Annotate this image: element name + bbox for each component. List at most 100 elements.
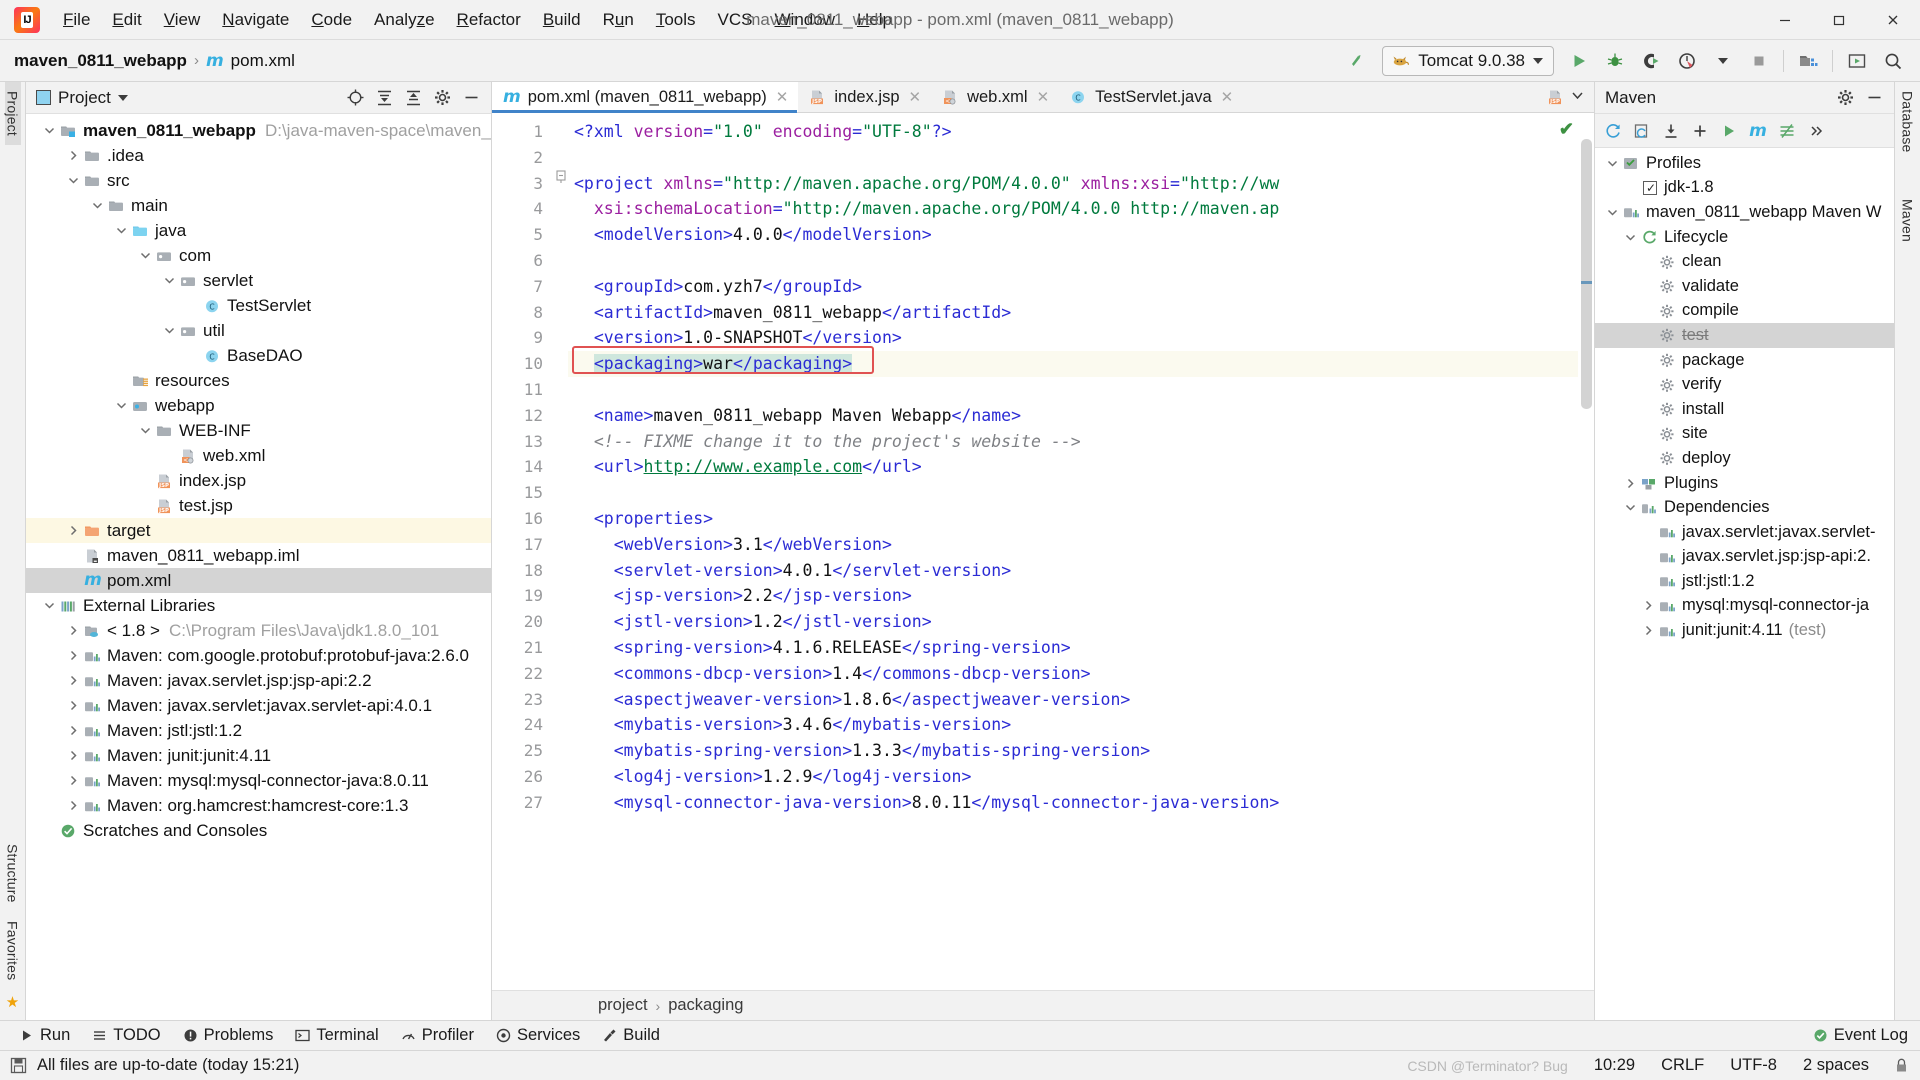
line-number[interactable]: 2 bbox=[492, 145, 554, 171]
line-number[interactable]: 1 bbox=[492, 119, 554, 145]
tree-expander-icon[interactable] bbox=[1621, 502, 1639, 513]
tree-expander-icon[interactable] bbox=[64, 750, 82, 761]
code-line[interactable]: <servlet-version>4.0.1</servlet-version> bbox=[568, 558, 1594, 584]
gear-icon[interactable] bbox=[1832, 85, 1858, 111]
code-line[interactable]: <name>maven_0811_webapp Maven Webapp</na… bbox=[568, 403, 1594, 429]
error-stripe[interactable] bbox=[1578, 113, 1594, 990]
menu-item-view[interactable]: View bbox=[153, 7, 212, 33]
close-tab-icon[interactable]: ✕ bbox=[1221, 88, 1234, 106]
line-number[interactable]: 12 bbox=[492, 403, 554, 429]
maven-node-verify[interactable]: verify bbox=[1595, 372, 1894, 397]
tool-button-services[interactable]: Services bbox=[487, 1024, 589, 1047]
close-button[interactable] bbox=[1866, 0, 1920, 40]
code-line[interactable] bbox=[568, 480, 1594, 506]
maven-node-deploy[interactable]: deploy bbox=[1595, 446, 1894, 471]
code-line[interactable]: <mysql-connector-java-version>8.0.11</my… bbox=[568, 790, 1594, 816]
tree-expander-icon[interactable] bbox=[64, 700, 82, 711]
code-text[interactable]: <?xml version="1.0" encoding="UTF-8"?> <… bbox=[568, 113, 1594, 990]
tree-node-maven-junit-junit-4-11[interactable]: Maven: junit:junit:4.11 bbox=[26, 743, 491, 768]
tool-button-run[interactable]: Run bbox=[10, 1024, 79, 1047]
tree-expander-icon[interactable] bbox=[112, 225, 130, 236]
code-line[interactable]: <artifactId>maven_0811_webapp</artifactI… bbox=[568, 300, 1594, 326]
tree-node-maven-javax-servlet-javax-servlet-api-4-0-1[interactable]: Maven: javax.servlet:javax.servlet-api:4… bbox=[26, 693, 491, 718]
tool-button-build[interactable]: Build bbox=[593, 1024, 669, 1047]
tree-expander-icon[interactable] bbox=[1639, 625, 1657, 636]
tree-expander-icon[interactable] bbox=[64, 800, 82, 811]
menu-item-help[interactable]: Help bbox=[846, 7, 903, 33]
maven-node-dependencies[interactable]: Dependencies bbox=[1595, 495, 1894, 520]
code-editor[interactable]: 1 2 3 4 5 6 7 8 9 10 11 12 13 14 15 16 17 18 19 20 21 22 23 24 2… bbox=[492, 113, 1594, 990]
tool-button-terminal[interactable]: Terminal bbox=[286, 1024, 387, 1047]
line-number[interactable]: 27 bbox=[492, 790, 554, 816]
line-number[interactable]: 11 bbox=[492, 377, 554, 403]
breadcrumb-element-packaging[interactable]: packaging bbox=[668, 996, 743, 1015]
tree-node-test-jsp[interactable]: JSP test.jsp bbox=[26, 493, 491, 518]
code-line[interactable]: xsi:schemaLocation="http://maven.apache.… bbox=[568, 196, 1594, 222]
tree-node-util[interactable]: util bbox=[26, 318, 491, 343]
indent-setting[interactable]: 2 spaces bbox=[1803, 1056, 1869, 1075]
code-line[interactable]: <!-- FIXME change it to the project's we… bbox=[568, 429, 1594, 455]
sidebar-item-structure[interactable]: Structure bbox=[5, 835, 21, 912]
close-tab-icon[interactable]: ✕ bbox=[1037, 88, 1050, 106]
tree-expander-icon[interactable] bbox=[40, 600, 58, 611]
maven-node-package[interactable]: package bbox=[1595, 348, 1894, 373]
locate-icon[interactable] bbox=[342, 85, 368, 111]
maven-node-validate[interactable]: validate bbox=[1595, 274, 1894, 299]
search-everywhere-button[interactable] bbox=[1876, 44, 1910, 78]
tree-expander-icon[interactable] bbox=[64, 525, 82, 536]
stop-button[interactable] bbox=[1742, 44, 1776, 78]
line-number[interactable]: 24 bbox=[492, 712, 554, 738]
line-number[interactable]: 14 bbox=[492, 454, 554, 480]
code-line[interactable] bbox=[568, 248, 1594, 274]
maven-node-maven-0811-webapp-maven-w[interactable]: maven_0811_webapp Maven W bbox=[1595, 200, 1894, 225]
code-line[interactable]: <modelVersion>4.0.0</modelVersion> bbox=[568, 222, 1594, 248]
tree-node-external-libraries[interactable]: External Libraries bbox=[26, 593, 491, 618]
maven-icon[interactable]: m bbox=[1744, 117, 1772, 145]
line-number[interactable]: 8 bbox=[492, 300, 554, 326]
breadcrumb-file[interactable]: pom.xml bbox=[231, 51, 295, 71]
code-line[interactable]: <url>http://www.example.com</url> bbox=[568, 454, 1594, 480]
sidebar-item-favorites[interactable]: Favorites bbox=[5, 912, 21, 989]
chevron-down-icon[interactable] bbox=[117, 94, 128, 101]
toggle-skip-tests-icon[interactable] bbox=[1773, 117, 1801, 145]
tree-expander-icon[interactable] bbox=[136, 250, 154, 261]
tree-expander-icon[interactable] bbox=[1621, 232, 1639, 243]
lock-icon[interactable] bbox=[1895, 1058, 1908, 1073]
tree-node-pom-xml[interactable]: m pom.xml bbox=[26, 568, 491, 593]
line-number[interactable]: 13 bbox=[492, 429, 554, 455]
tree-node-web-inf[interactable]: WEB-INF bbox=[26, 418, 491, 443]
tree-expander-icon[interactable] bbox=[1639, 600, 1657, 611]
tree-expander-icon[interactable] bbox=[64, 650, 82, 661]
line-number[interactable]: 9 bbox=[492, 325, 567, 351]
editor-tab-web.xml[interactable]: < web.xml ✕ bbox=[931, 82, 1059, 112]
code-line[interactable]: <jsp-version>2.2</jsp-version> bbox=[568, 583, 1594, 609]
tree-expander-icon[interactable] bbox=[1621, 478, 1639, 489]
menu-item-tools[interactable]: Tools bbox=[645, 7, 707, 33]
tree-node-main[interactable]: main bbox=[26, 193, 491, 218]
reimport-icon[interactable] bbox=[1599, 117, 1627, 145]
tool-button-problems[interactable]: Problems bbox=[174, 1024, 283, 1047]
line-separator[interactable]: CRLF bbox=[1661, 1056, 1704, 1075]
tool-button-profiler[interactable]: Profiler bbox=[392, 1024, 483, 1047]
profile-button[interactable] bbox=[1670, 44, 1704, 78]
tree-node-maven-javax-servlet-jsp-jsp-api-2-2[interactable]: Maven: javax.servlet.jsp:jsp-api:2.2 bbox=[26, 668, 491, 693]
maven-node-clean[interactable]: clean bbox=[1595, 249, 1894, 274]
code-line[interactable]: <aspectjweaver-version>1.8.6</aspectjwea… bbox=[568, 687, 1594, 713]
expand-all-icon[interactable] bbox=[371, 85, 397, 111]
line-number[interactable]: 5 bbox=[492, 222, 554, 248]
code-line[interactable]: <project xmlns="http://maven.apache.org/… bbox=[568, 171, 1594, 197]
tree-node-idea[interactable]: .idea bbox=[26, 143, 491, 168]
line-number[interactable]: 17 bbox=[492, 532, 554, 558]
hide-panel-icon[interactable] bbox=[1861, 85, 1887, 111]
code-line[interactable]: <properties> bbox=[568, 506, 1594, 532]
minimize-button[interactable] bbox=[1758, 0, 1812, 40]
tree-node-resources[interactable]: resources bbox=[26, 368, 491, 393]
editor-tab-index.jsp[interactable]: JSP index.jsp ✕ bbox=[798, 82, 931, 112]
tree-expander-icon[interactable] bbox=[1603, 158, 1621, 169]
editor-tabs-overflow[interactable]: JSP bbox=[1537, 82, 1594, 112]
maven-node-junit-junit-4-11[interactable]: junit:junit:4.11 (test) bbox=[1595, 618, 1894, 643]
tree-node-maven-org-hamcrest-hamcrest-core-1-3[interactable]: Maven: org.hamcrest:hamcrest-core:1.3 bbox=[26, 793, 491, 818]
line-number[interactable]: 25 bbox=[492, 738, 554, 764]
maven-node-lifecycle[interactable]: Lifecycle bbox=[1595, 225, 1894, 250]
maven-node-javax-servlet-jsp-jsp-api-2[interactable]: javax.servlet.jsp:jsp-api:2. bbox=[1595, 545, 1894, 570]
